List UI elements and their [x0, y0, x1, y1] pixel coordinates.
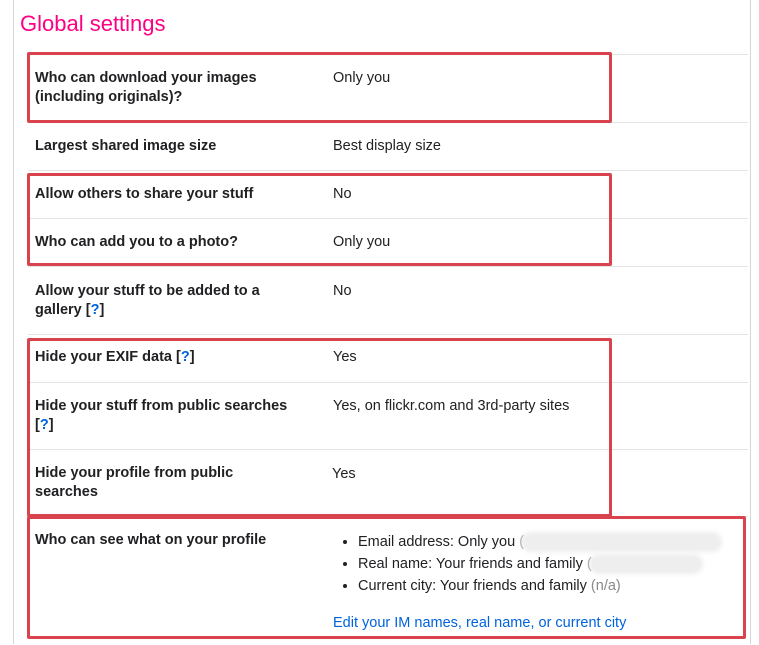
help-icon[interactable]: ? — [91, 302, 100, 318]
setting-label-public-search-stuff-text: Hide your stuff from public searches — [35, 398, 288, 414]
setting-label-download: Who can download your images (including … — [35, 70, 257, 105]
help-icon[interactable]: ? — [40, 417, 49, 433]
row-divider — [28, 266, 748, 267]
profile-item-email: Email address: Only you — [358, 534, 516, 550]
setting-label-share-size: Largest shared image size — [35, 138, 217, 154]
profile-item-paren: (n/a) — [590, 578, 621, 594]
help-icon[interactable]: ? — [181, 349, 190, 365]
row-divider — [28, 54, 748, 55]
list-item: Real name: Your friends and family ( — [358, 553, 719, 575]
setting-label-profile-visibility: Who can see what on your profile — [35, 532, 267, 548]
setting-label-public-search-profile: Hide your profile from public searches — [35, 465, 234, 500]
redacted-value — [524, 535, 720, 550]
setting-label-gallery: Allow your stuff to be added to a galler… — [35, 282, 285, 320]
setting-value-share-size[interactable]: Best display size — [333, 137, 441, 156]
row-divider — [28, 170, 748, 171]
list-item: Current city: Your friends and family (n… — [358, 575, 719, 597]
list-item: Email address: Only you ( — [358, 531, 720, 553]
help-link-exif[interactable]: [?] — [176, 349, 195, 365]
setting-label-add-to-photo: Who can add you to a photo? — [35, 234, 238, 250]
setting-value-public-search-stuff[interactable]: Yes, on flickr.com and 3rd-party sites — [333, 397, 569, 416]
help-link-gallery[interactable]: [?] — [86, 302, 105, 318]
setting-value-add-to-photo[interactable]: Only you — [333, 233, 390, 252]
setting-label-public-search-stuff: Hide your stuff from public searches [?] — [35, 397, 305, 435]
row-divider — [28, 449, 748, 450]
row-divider — [28, 382, 748, 383]
profile-visibility-list: Email address: Only you ( Real name: You… — [340, 531, 720, 597]
setting-value-gallery[interactable]: No — [333, 282, 352, 301]
redacted-value — [591, 557, 700, 572]
profile-item-real-name: Real name: Your friends and family — [358, 556, 583, 572]
setting-value-exif[interactable]: Yes — [333, 348, 357, 367]
row-divider — [28, 516, 748, 517]
setting-value-allow-share[interactable]: No — [333, 185, 352, 204]
edit-profile-link[interactable]: Edit your IM names, real name, or curren… — [333, 615, 626, 631]
setting-label-gallery-text: Allow your stuff to be added to a galler… — [35, 283, 260, 318]
setting-value-download[interactable]: Only you — [333, 69, 390, 88]
setting-label-allow-share: Allow others to share your stuff — [35, 186, 254, 202]
help-link-public-search[interactable]: [?] — [35, 417, 54, 433]
profile-item-city: Current city: Your friends and family — [358, 578, 587, 594]
setting-label-exif-text: Hide your EXIF data — [35, 349, 172, 365]
row-divider — [28, 218, 748, 219]
row-divider — [28, 334, 748, 335]
page-title: Global settings — [20, 11, 166, 36]
setting-label-exif: Hide your EXIF data [?] — [35, 348, 305, 367]
row-divider — [28, 122, 748, 123]
setting-value-public-search-profile[interactable]: Yes — [332, 465, 356, 484]
